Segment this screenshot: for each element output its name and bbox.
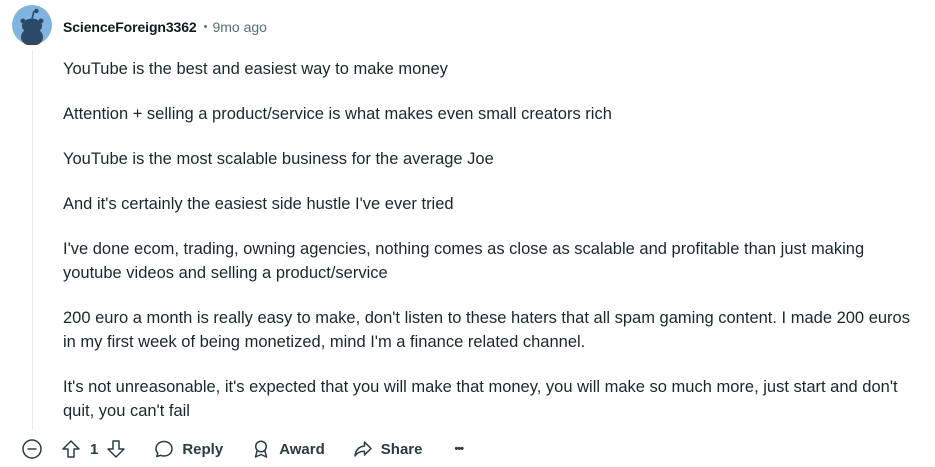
award-ribbon-icon <box>254 440 268 458</box>
collapse-button[interactable] <box>20 437 44 461</box>
collapse-minus-icon <box>22 439 42 459</box>
meta-separator: • <box>203 21 208 33</box>
timestamp[interactable]: 9mo ago <box>212 19 266 35</box>
award-label: Award <box>279 440 325 458</box>
avatar-icon[interactable] <box>12 5 52 46</box>
reply-button[interactable]: Reply <box>154 439 223 459</box>
upvote-button[interactable] <box>61 439 81 459</box>
comment-paragraph: Attention + selling a product/service is… <box>63 105 612 123</box>
thread-line <box>32 50 33 430</box>
award-button[interactable]: Award <box>251 439 325 459</box>
vote-group: 1 <box>61 439 126 459</box>
comment-body: YouTube is the best and easiest way to m… <box>63 57 923 444</box>
comment-paragraph: I've done ecom, trading, owning agencies… <box>63 240 865 282</box>
reply-label: Reply <box>182 440 224 458</box>
share-button[interactable]: Share <box>353 439 423 459</box>
comment-action-bar: 1 Reply Award Share ••• <box>20 436 464 462</box>
share-arrow-icon <box>354 441 372 457</box>
username-link[interactable]: ScienceForeign3362 <box>63 19 197 35</box>
more-options-button[interactable]: ••• <box>454 443 464 455</box>
speech-bubble-icon <box>155 440 174 458</box>
comment-paragraph: 200 euro a month is really easy to make,… <box>63 309 910 351</box>
comment-paragraph: It's not unreasonable, it's expected tha… <box>63 378 898 420</box>
vote-count: 1 <box>90 440 99 458</box>
comment-paragraph: YouTube is the best and easiest way to m… <box>63 60 448 78</box>
upvote-arrow-icon <box>62 440 80 458</box>
comment-paragraph: And it's certainly the easiest side hust… <box>63 195 454 213</box>
downvote-button[interactable] <box>106 439 126 459</box>
downvote-arrow-icon <box>107 440 126 458</box>
comment-paragraph: YouTube is the most scalable business fo… <box>63 150 494 168</box>
more-dots-icon: ••• <box>454 443 464 455</box>
comment-header: ScienceForeign3362 • 9mo ago <box>63 16 267 38</box>
share-label: Share <box>380 440 423 458</box>
